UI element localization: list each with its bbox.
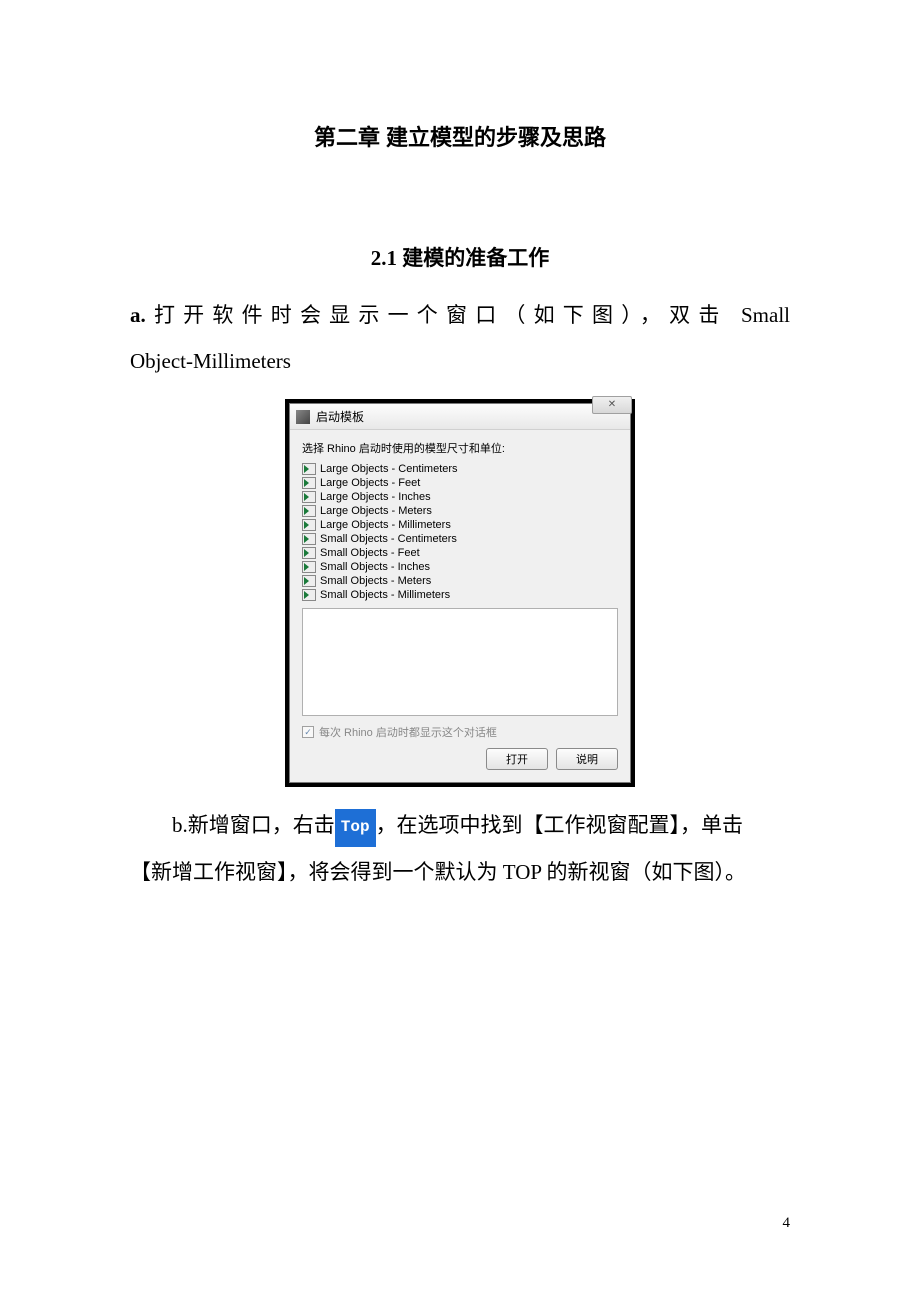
template-icon	[302, 561, 316, 573]
chapter-title: 第二章 建立模型的步骤及思路	[130, 120, 790, 152]
list-item[interactable]: Small Objects - Meters	[302, 574, 618, 588]
template-label: Large Objects - Inches	[320, 491, 431, 503]
list-item[interactable]: Small Objects - Feet	[302, 546, 618, 560]
help-button[interactable]: 说明	[556, 748, 618, 770]
dialog-button-row: 打开 说明	[302, 748, 618, 776]
dialog-title: 启动模板	[316, 408, 364, 425]
dialog-prompt: 选择 Rhino 启动时使用的模型尺寸和单位:	[302, 440, 618, 456]
list-item[interactable]: Large Objects - Meters	[302, 504, 618, 518]
paragraph-b-line2: 【新增工作视窗】，将会得到一个默认为 TOP 的新视窗（如下图）。	[130, 849, 790, 895]
template-icon	[302, 463, 316, 475]
template-label: Small Objects - Feet	[320, 547, 420, 559]
app-icon	[296, 410, 310, 424]
template-icon	[302, 505, 316, 517]
template-label: Large Objects - Centimeters	[320, 463, 458, 475]
section-title: 2.1 建模的准备工作	[130, 242, 790, 272]
template-label: Large Objects - Meters	[320, 505, 432, 517]
dialog-body: 选择 Rhino 启动时使用的模型尺寸和单位: Large Objects - …	[290, 430, 630, 782]
template-list[interactable]: Large Objects - Centimeters Large Object…	[302, 462, 618, 602]
step-a-text: 打开软件时会显示一个窗口（如下图），双击	[146, 303, 728, 327]
list-item[interactable]: Small Objects - Centimeters	[302, 532, 618, 546]
dialog-titlebar: 启动模板 ✕	[290, 404, 630, 430]
paragraph-a-line1: a.打开软件时会显示一个窗口（如下图），双击 Small	[130, 292, 790, 338]
checkbox-label: 每次 Rhino 启动时都显示这个对话框	[319, 724, 497, 740]
show-on-startup-row[interactable]: ✓ 每次 Rhino 启动时都显示这个对话框	[302, 724, 618, 740]
list-item[interactable]: Small Objects - Inches	[302, 560, 618, 574]
step-label-a: a.	[130, 303, 146, 327]
template-icon	[302, 547, 316, 559]
list-item[interactable]: Large Objects - Centimeters	[302, 462, 618, 476]
template-label: Large Objects - Millimeters	[320, 519, 451, 531]
paragraph-a-line2: Object-Millimeters	[130, 338, 790, 384]
paragraph-b-line1: b.新增窗口，右击Top，在选项中找到【工作视窗配置】，单击	[130, 802, 790, 848]
template-icon	[302, 575, 316, 587]
template-label: Small Objects - Centimeters	[320, 533, 457, 545]
close-button[interactable]: ✕	[592, 396, 632, 414]
list-item[interactable]: Large Objects - Millimeters	[302, 518, 618, 532]
template-label: Small Objects - Inches	[320, 561, 430, 573]
template-label: Large Objects - Feet	[320, 477, 420, 489]
page-number: 4	[783, 1215, 791, 1232]
document-page: 第二章 建立模型的步骤及思路 2.1 建模的准备工作 a.打开软件时会显示一个窗…	[0, 0, 920, 895]
template-label: Small Objects - Meters	[320, 575, 431, 587]
template-icon	[302, 477, 316, 489]
template-icon	[302, 589, 316, 601]
template-icon	[302, 519, 316, 531]
startup-template-dialog: 启动模板 ✕ 选择 Rhino 启动时使用的模型尺寸和单位: Large Obj…	[289, 403, 631, 783]
top-viewport-badge: Top	[335, 809, 376, 846]
list-item[interactable]: Large Objects - Inches	[302, 490, 618, 504]
template-icon	[302, 533, 316, 545]
preview-area	[302, 608, 618, 716]
template-label: Small Objects - Millimeters	[320, 589, 450, 601]
step-b-suffix: ，在选项中找到【工作视窗配置】，单击	[376, 813, 744, 837]
list-item[interactable]: Large Objects - Feet	[302, 476, 618, 490]
step-b-prefix: b.新增窗口，右击	[172, 813, 335, 837]
list-item[interactable]: Small Objects - Millimeters	[302, 588, 618, 602]
checkbox[interactable]: ✓	[302, 726, 314, 738]
step-a-tail: Small	[741, 303, 790, 327]
open-button[interactable]: 打开	[486, 748, 548, 770]
dialog-screenshot: 启动模板 ✕ 选择 Rhino 启动时使用的模型尺寸和单位: Large Obj…	[285, 399, 635, 787]
template-icon	[302, 491, 316, 503]
